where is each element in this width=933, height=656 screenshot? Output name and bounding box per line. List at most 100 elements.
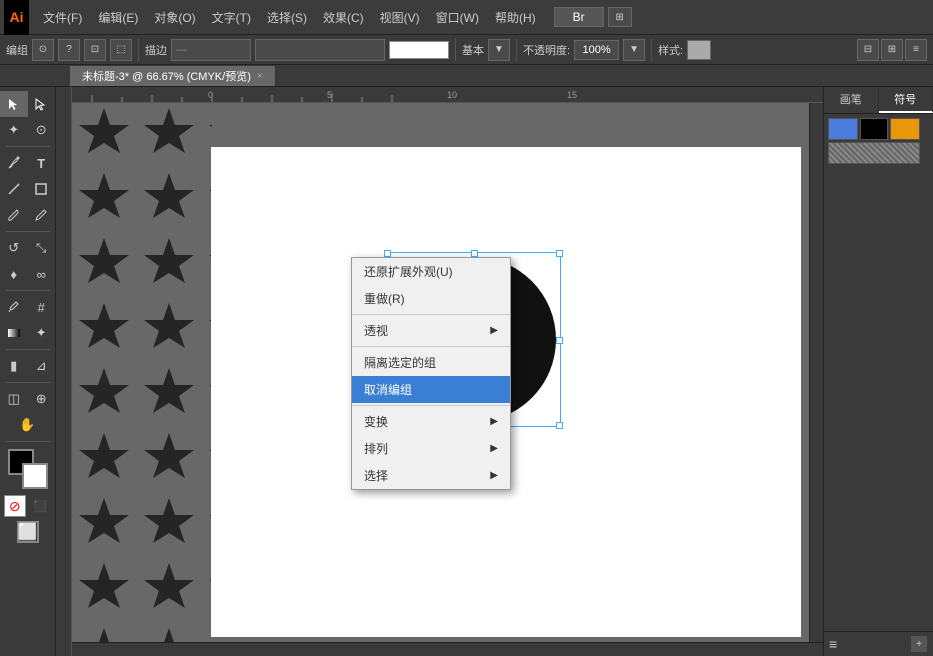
blend-tool[interactable]: ∞ [28,261,56,287]
align-btn[interactable]: ⬚ [110,39,132,61]
opacity-input[interactable]: 100% [574,40,619,60]
select-all-btn[interactable]: ⊙ [32,39,54,61]
sep-tools-3 [6,290,50,291]
panel-bottom: ≡ + [823,631,933,656]
magic-wand-tool[interactable]: ✦ [0,117,28,143]
ctx-ungroup[interactable]: 取消编组 [352,376,510,403]
stroke-select[interactable]: — [171,39,251,61]
canvas-area[interactable]: 0 5 10 15 [56,87,823,656]
selection-tool[interactable] [0,91,28,117]
none-icon[interactable]: ⊘ [4,495,26,517]
style-preview[interactable] [687,40,711,60]
tool-row-selection [0,91,55,117]
slice-tool[interactable]: ⊿ [28,353,56,379]
screen-mode-btn[interactable]: ⬜ [17,521,39,543]
sep2 [455,39,456,61]
tool-row-graph: ▮ ⊿ [0,353,55,379]
hand-tool[interactable]: ✋ [0,412,55,438]
handle-tm[interactable] [471,250,478,257]
document-tab[interactable]: 未标题-3* @ 66.67% (CMYK/预览) × [70,66,276,86]
ctx-select[interactable]: 选择 ▶ [352,462,510,489]
panel-tab-brushes[interactable]: 画笔 [824,87,879,113]
handle-br[interactable] [556,422,563,429]
ctx-isolate-group[interactable]: 隔离选定的组 [352,349,510,376]
panel-tab-symbols[interactable]: 符号 [879,87,933,113]
menu-view[interactable]: 视图(V) [372,0,428,35]
opacity-arrow[interactable]: ▼ [623,39,645,61]
pen-tool[interactable] [0,150,28,176]
ctx-arrange-arrow: ▶ [490,443,498,454]
menu-help[interactable]: 帮助(H) [487,0,544,35]
spray-tool[interactable]: ✦ [28,320,56,346]
sep-tools-4 [6,349,50,350]
ctx-sep-1 [352,314,510,315]
arrange-btn[interactable]: ⊞ [881,39,903,61]
menu-type[interactable]: 文字(T) [204,0,259,35]
eyedropper-tool[interactable] [0,294,28,320]
sep-tools-5 [6,382,50,383]
ctx-arrange[interactable]: 排列 ▶ [352,435,510,462]
ctx-redo[interactable]: 重做(R) [352,285,510,312]
menu-effect[interactable]: 效果(C) [315,0,372,35]
panel-lib-icon[interactable]: ≡ [829,636,837,652]
background-color[interactable] [22,463,48,489]
swatch-orange[interactable] [890,118,920,140]
pencil-tool[interactable] [28,202,56,228]
rotate-tool[interactable]: ↺ [0,235,28,261]
svg-text:5: 5 [327,90,332,100]
line-tool[interactable] [0,176,28,202]
fill-select[interactable] [255,39,385,61]
horizontal-scrollbar[interactable] [72,642,823,656]
direct-selection-tool[interactable] [28,91,56,117]
mesh-tool[interactable]: # [28,294,56,320]
menu-object[interactable]: 对象(O) [146,0,203,35]
tab-close-btn[interactable]: × [257,71,263,82]
panel-new-btn[interactable]: + [911,636,927,652]
tool-row-hand: ✋ [0,412,55,438]
transform-btn[interactable]: ⊡ [84,39,106,61]
sep-tools-6 [6,441,50,442]
panel-content [824,114,933,170]
color-icon[interactable]: ⬛ [30,495,51,517]
panel-toggle-btn[interactable]: ⊟ [857,39,879,61]
sep4 [651,39,652,61]
context-menu: 还原扩展外观(U) 重做(R) 透视 ▶ 隔离选定的组 取消编组 变换 ▶ [351,257,511,490]
menu-select[interactable]: 选择(S) [259,0,315,35]
ctx-perspective[interactable]: 透视 ▶ [352,317,510,344]
swatch-blue[interactable] [828,118,858,140]
ctx-transform[interactable]: 变换 ▶ [352,408,510,435]
menu-bar: 文件(F) 编辑(E) 对象(O) 文字(T) 选择(S) 效果(C) 视图(V… [29,0,929,35]
rect-tool[interactable] [28,176,56,202]
grid-btn[interactable]: ⊞ [608,7,632,27]
vertical-scrollbar[interactable] [809,103,823,642]
warp-tool[interactable]: ♦ [0,261,28,287]
more-btn[interactable]: ≡ [905,39,927,61]
swatch-black[interactable] [860,118,888,140]
scale-tool[interactable]: ⤡ [28,235,56,261]
lasso-tool[interactable]: ⊙ [28,117,56,143]
handle-tl[interactable] [384,250,391,257]
zoom-tool[interactable]: ⊕ [28,386,56,412]
menu-window[interactable]: 窗口(W) [428,0,487,35]
menu-edit[interactable]: 编辑(E) [90,0,146,35]
swatch-row-1 [828,118,929,140]
main-layout: ✦ ⊙ T ↺ ⤡ [0,87,933,656]
eraser-tool[interactable]: ◫ [0,386,28,412]
handle-mr[interactable] [556,337,563,344]
type-tool[interactable]: T [28,150,56,176]
options-btn[interactable]: ? [58,39,80,61]
swatch-pattern[interactable] [828,142,920,164]
paintbrush-tool[interactable] [0,202,28,228]
basic-dropdown[interactable]: ▼ [488,39,510,61]
ctx-restore-appearance[interactable]: 还原扩展外观(U) [352,258,510,285]
stroke-preview [389,41,449,59]
left-toolbar: ✦ ⊙ T ↺ ⤡ [0,87,56,656]
svg-text:10: 10 [447,90,457,100]
menu-file[interactable]: 文件(F) [35,0,90,35]
tool-row-eyedropper: # [0,294,55,320]
graph-tool[interactable]: ▮ [0,353,28,379]
tool-row-wand: ✦ ⊙ [0,117,55,143]
ai-badge: Br [554,7,604,27]
gradient-tool[interactable] [0,320,28,346]
handle-tr[interactable] [556,250,563,257]
